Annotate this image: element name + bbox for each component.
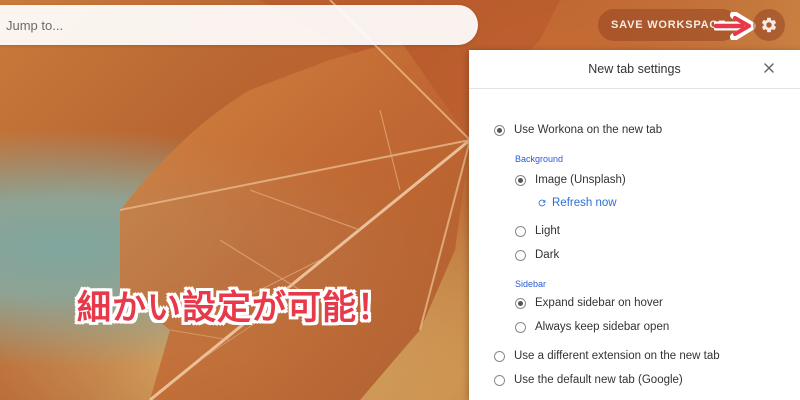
radio-button[interactable] <box>515 225 526 237</box>
radio-use-workona[interactable]: Use Workona on the new tab <box>494 124 662 136</box>
close-icon[interactable] <box>761 60 777 76</box>
radio-different-extension[interactable]: Use a different extension on the new tab <box>494 350 720 362</box>
radio-button[interactable] <box>515 321 526 333</box>
radio-background-light[interactable]: Light <box>515 225 560 237</box>
radio-keep-sidebar-open[interactable]: Always keep sidebar open <box>515 321 669 333</box>
option-label: Use a different extension on the new tab <box>514 350 720 362</box>
annotation-caption: 細かい設定が可能！ <box>77 288 392 328</box>
panel-title: New tab settings <box>588 62 681 76</box>
refresh-icon <box>538 199 546 207</box>
radio-background-dark[interactable]: Dark <box>515 249 559 261</box>
refresh-now-label: Refresh now <box>552 197 617 209</box>
option-label: Expand sidebar on hover <box>535 297 663 309</box>
panel-header: New tab settings <box>469 50 800 89</box>
new-tab-settings-panel: New tab settings Use Workona on the new … <box>469 50 800 400</box>
radio-button[interactable] <box>515 249 526 261</box>
option-label: Always keep sidebar open <box>535 321 670 333</box>
option-label: Light <box>535 225 560 237</box>
radio-expand-sidebar[interactable]: Expand sidebar on hover <box>515 297 663 309</box>
option-label: Use the default new tab (Google) <box>514 374 683 386</box>
sidebar-section-label: Sidebar <box>515 279 547 289</box>
option-label: Image (Unsplash) <box>535 174 626 186</box>
radio-button[interactable] <box>515 297 526 309</box>
radio-button[interactable] <box>494 124 505 136</box>
radio-default-new-tab[interactable]: Use the default new tab (Google) <box>494 374 683 386</box>
background-section-label: Background <box>515 154 564 164</box>
red-arrow-icon <box>714 12 756 40</box>
radio-button[interactable] <box>494 350 505 362</box>
gear-icon <box>761 17 777 33</box>
jump-to-input[interactable] <box>0 5 478 45</box>
jump-to-bar[interactable] <box>0 5 478 45</box>
radio-button[interactable] <box>494 374 505 386</box>
refresh-now-link[interactable]: Refresh now <box>537 197 617 209</box>
settings-button[interactable] <box>753 9 785 41</box>
radio-background-image[interactable]: Image (Unsplash) <box>515 174 626 186</box>
option-label: Dark <box>535 249 560 261</box>
option-label: Use Workona on the new tab <box>514 124 663 136</box>
radio-button[interactable] <box>515 174 526 186</box>
